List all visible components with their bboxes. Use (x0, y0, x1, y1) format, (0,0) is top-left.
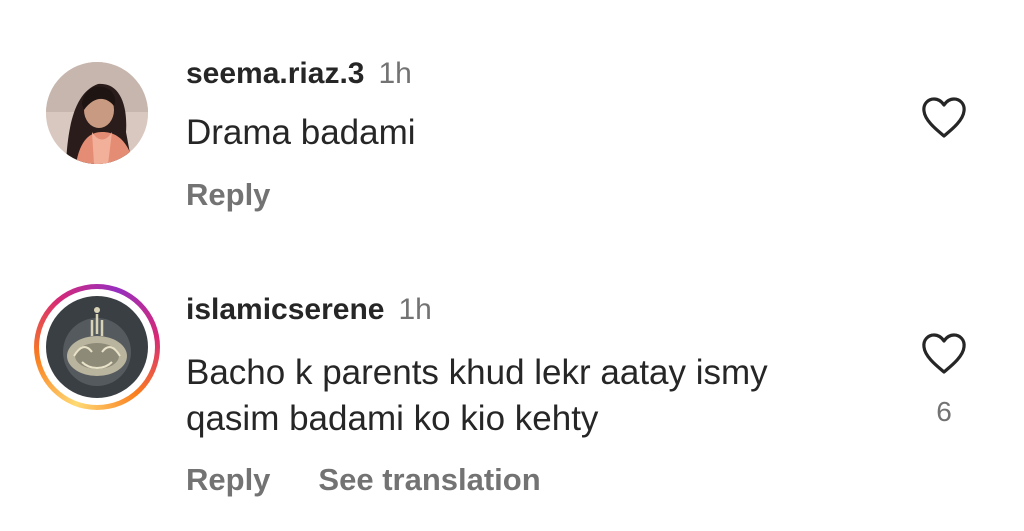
reply-button[interactable]: Reply (186, 177, 270, 212)
like-button[interactable] (920, 96, 968, 140)
avatar-with-story-ring[interactable] (34, 284, 160, 410)
see-translation-button[interactable]: See translation (318, 462, 540, 497)
comment-item: seema.riaz.3 1h Drama badami Reply (0, 56, 1024, 226)
comment-actions: Reply (186, 177, 270, 213)
comment-header: islamicserene 1h (186, 292, 432, 328)
comment-time: 1h (398, 293, 432, 326)
profile-photo-woman-icon (46, 62, 148, 164)
avatar[interactable] (46, 62, 148, 164)
comment-time: 1h (378, 57, 412, 90)
islamic-calligraphy-emblem-icon (46, 296, 148, 398)
heart-icon (922, 97, 966, 138)
like-button[interactable] (920, 332, 968, 376)
comment-text: Bacho k parents khud lekr aatay ismy qas… (186, 353, 768, 438)
avatar-image (46, 296, 148, 398)
comment-item: islamicserene 1h Bacho k parents khud lek… (0, 284, 1024, 514)
like-count: 6 (936, 396, 952, 427)
heart-icon (922, 333, 966, 374)
comment-actions: Reply See translation (186, 462, 541, 498)
comment-username[interactable]: islamicserene (186, 293, 384, 326)
comment-username[interactable]: seema.riaz.3 (186, 57, 364, 90)
comment-text: Drama badami (186, 113, 416, 152)
comment-header: seema.riaz.3 1h (186, 56, 412, 92)
reply-button[interactable]: Reply (186, 462, 270, 497)
